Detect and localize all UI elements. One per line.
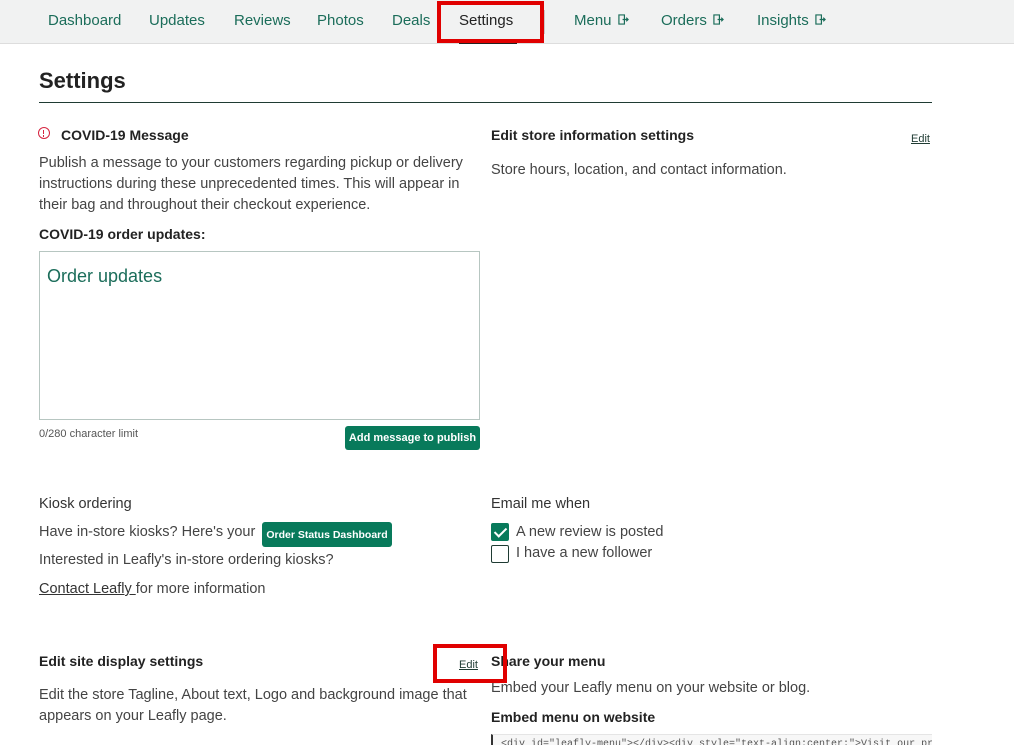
- kiosk-section-title: Kiosk ordering: [39, 496, 132, 512]
- alert-icon: [38, 127, 50, 139]
- kiosk-contact-rest: for more information: [135, 581, 266, 597]
- nav-deals[interactable]: Deals: [392, 12, 430, 29]
- nav-menu[interactable]: Menu: [574, 12, 629, 29]
- nav-orders-label: Orders: [661, 12, 707, 29]
- active-tab-indicator: [459, 42, 517, 44]
- top-navigation: Dashboard Updates Reviews Photos Deals S…: [0, 0, 1014, 44]
- nav-settings[interactable]: Settings: [459, 12, 513, 29]
- contact-leafly-link[interactable]: Contact Leafly: [39, 581, 136, 597]
- new-follower-checkbox[interactable]: [491, 545, 509, 563]
- nav-insights[interactable]: Insights: [757, 12, 826, 29]
- nav-photos[interactable]: Photos: [317, 12, 364, 29]
- covid-message-input[interactable]: [39, 251, 480, 420]
- external-link-icon: [713, 12, 724, 25]
- store-info-title: Edit store information settings: [491, 127, 695, 143]
- store-info-edit-link[interactable]: Edit: [911, 133, 930, 145]
- new-review-label: A new review is posted: [516, 524, 664, 540]
- nav-reviews[interactable]: Reviews: [234, 12, 291, 29]
- site-display-title: Edit site display settings: [39, 653, 204, 669]
- kiosk-line-1: Have in-store kiosks? Here's your: [39, 524, 256, 540]
- covid-section-title: COVID-19 Message: [61, 127, 189, 143]
- covid-description: Publish a message to your customers rega…: [39, 155, 463, 213]
- kiosk-contact-line: Contact Leafly for more information: [39, 579, 265, 600]
- new-follower-label: I have a new follower: [516, 545, 653, 561]
- nav-divider: [544, 10, 545, 34]
- embed-code-box[interactable]: <div id="leafly-menu"></div><div style="…: [491, 734, 932, 745]
- title-divider: [39, 102, 932, 103]
- nav-menu-label: Menu: [574, 12, 612, 29]
- site-display-edit-link[interactable]: Edit: [459, 659, 478, 671]
- covid-field-label: COVID-19 order updates:: [39, 226, 206, 242]
- nav-insights-label: Insights: [757, 12, 809, 29]
- order-status-dashboard-button[interactable]: Order Status Dashboard: [262, 522, 392, 547]
- nav-dashboard[interactable]: Dashboard: [48, 12, 121, 29]
- external-link-icon: [617, 12, 629, 25]
- share-menu-title: Share your menu: [491, 653, 606, 669]
- nav-orders[interactable]: Orders: [661, 12, 724, 29]
- page-title: Settings: [39, 68, 126, 93]
- new-review-checkbox[interactable]: [491, 523, 509, 541]
- embed-menu-title: Embed menu on website: [491, 709, 656, 725]
- character-limit-counter: 0/280 character limit: [39, 428, 139, 440]
- store-info-description: Store hours, location, and contact infor…: [491, 162, 787, 178]
- nav-updates[interactable]: Updates: [149, 12, 205, 29]
- kiosk-line-2: Interested in Leafly's in-store ordering…: [39, 552, 334, 568]
- share-menu-description: Embed your Leafly menu on your website o…: [491, 680, 811, 696]
- add-message-button[interactable]: Add message to publish: [345, 426, 480, 450]
- site-display-description: Edit the store Tagline, About text, Logo…: [39, 687, 467, 724]
- email-section-title: Email me when: [491, 496, 591, 512]
- external-link-icon: [815, 12, 826, 25]
